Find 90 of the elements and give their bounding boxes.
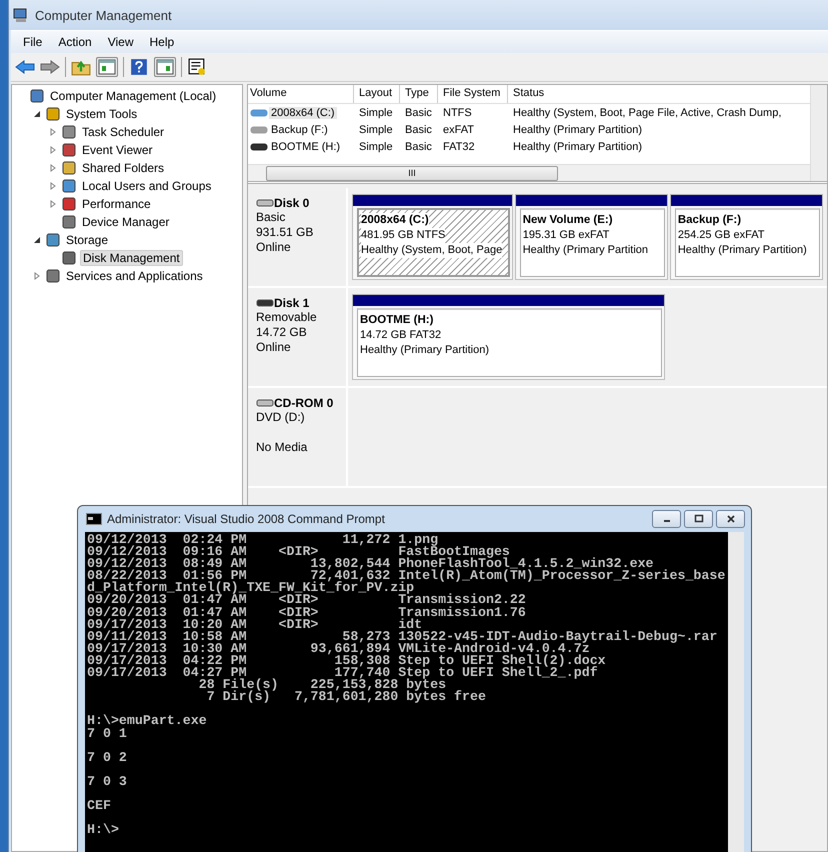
tree-item[interactable]: Services and Applications xyxy=(64,269,205,283)
menu-item[interactable]: Action xyxy=(52,33,98,51)
table-cell-text: FAT32 xyxy=(442,140,476,152)
partition-name: BOOTME (H:) xyxy=(360,313,434,328)
disk-info: 931.51 GB xyxy=(256,225,314,240)
tree-item[interactable]: Shared Folders xyxy=(80,161,166,175)
vertical-scrollbar[interactable] xyxy=(728,532,744,852)
column-header[interactable]: Status xyxy=(508,85,810,103)
disk-info: DVD (D:) xyxy=(256,410,306,425)
partition-block[interactable]: Backup (F:) 254.25 GB exFAT Healthy (Primary Partition) xyxy=(670,194,823,280)
table-cell-text: NTFS xyxy=(442,106,473,118)
table-cell-text: Healthy (Primary Partition) xyxy=(512,124,643,136)
column-header[interactable]: File System xyxy=(438,85,508,103)
disk-info: 14.72 GB xyxy=(256,325,308,340)
partition-block[interactable]: 2008x64 (C:) 481.95 GB NTFS Healthy (System, Boot, Page xyxy=(352,194,513,280)
menu-item[interactable]: File xyxy=(17,33,48,51)
expanded-arrow-icon[interactable] xyxy=(33,110,41,118)
tree-item[interactable]: Event Viewer xyxy=(80,143,154,157)
expanded-arrow-icon[interactable] xyxy=(33,236,41,244)
tree-item[interactable]: Task Scheduler xyxy=(80,125,166,139)
menu-item[interactable]: Help xyxy=(144,33,180,51)
maximize-button[interactable] xyxy=(684,510,713,528)
tree-item[interactable]: Computer Management (Local) xyxy=(48,89,218,103)
console-icon xyxy=(86,513,102,525)
vertical-scrollbar[interactable] xyxy=(810,85,827,181)
partition-status: Healthy (Primary Partition) xyxy=(678,243,807,258)
partition-status: Healthy (System, Boot, Page xyxy=(361,243,502,258)
action-pane-icon[interactable] xyxy=(154,57,176,77)
partition-size: 195.31 GB exFAT xyxy=(522,228,610,243)
collapsed-arrow-icon[interactable] xyxy=(49,146,57,154)
disk-name: Disk 0 xyxy=(274,196,310,210)
collapsed-arrow-icon[interactable] xyxy=(49,128,57,136)
table-cell-text: Simple xyxy=(358,106,394,118)
scrollbar-thumb[interactable]: III xyxy=(266,166,558,180)
back-arrow-icon[interactable] xyxy=(15,58,35,76)
partition-size: 481.95 GB NTFS xyxy=(361,228,446,243)
table-cell-text: Healthy (System, Boot, Page File, Active, Crash Dump, xyxy=(512,106,782,118)
table-cell-text: Simple xyxy=(358,124,394,136)
collapsed-arrow-icon[interactable] xyxy=(49,164,57,172)
collapsed-arrow-icon[interactable] xyxy=(49,200,57,208)
column-header[interactable]: Layout xyxy=(354,85,400,103)
partition-block[interactable]: BOOTME (H:) 14.72 GB FAT32 Healthy (Primary Partition) xyxy=(352,294,665,380)
tree-item[interactable]: Disk Management xyxy=(80,250,183,266)
close-icon xyxy=(726,514,736,524)
folder-up-icon[interactable] xyxy=(71,58,91,76)
tree-item[interactable]: Performance xyxy=(80,197,153,211)
table-cell[interactable]: 2008x64 (C:) xyxy=(269,106,337,118)
help-icon[interactable] xyxy=(129,58,149,76)
disk-info: Online xyxy=(256,340,292,355)
partition-name: Backup (F:) xyxy=(678,213,742,228)
menu-item[interactable]: View xyxy=(102,33,140,51)
column-header[interactable]: Volume xyxy=(248,85,354,103)
properties-icon[interactable] xyxy=(187,58,207,76)
close-button[interactable] xyxy=(716,510,745,528)
window-title: Administrator: Visual Studio 2008 Command Prompt xyxy=(107,512,385,526)
column-header[interactable]: Type xyxy=(400,85,438,103)
table-cell-text: Basic xyxy=(404,124,433,136)
tree-item[interactable]: System Tools xyxy=(64,107,140,121)
partition-status: Healthy (Primary Partition) xyxy=(360,343,489,358)
tree-item[interactable]: Device Manager xyxy=(80,215,172,229)
partition-status: Healthy (Primary Partition xyxy=(522,243,648,258)
collapsed-arrow-icon[interactable] xyxy=(49,182,57,190)
disk-info: Online xyxy=(256,240,292,255)
table-cell[interactable]: BOOTME (H:) xyxy=(269,140,342,152)
tree-item[interactable]: Storage xyxy=(64,233,110,247)
partition-size: 14.72 GB FAT32 xyxy=(360,328,442,343)
partition-size: 254.25 GB exFAT xyxy=(678,228,764,243)
disk-info: Removable xyxy=(256,310,318,325)
window-title: Computer Management xyxy=(35,8,172,22)
partition-name: New Volume (E:) xyxy=(522,213,613,228)
console-tree-icon[interactable] xyxy=(96,57,118,77)
console-output: 09/12/2013 02:24 PM 11,272 1.png 09/12/2013 09:16 AM <DIR> FastBootImages 09/12/2013 08:49 AM 13,802,544 PhoneFlashTool_4.1.5.2_win32.exe 08/22/2013 01:56 PM 72,401,632 Intel(R)_Atom(TM)_Processor_Z-series_base d_Platform_Intel(R)_TXE_FW_Kit_for_PV.zip 09/20/2013 01:47 AM <DIR> Transmission2.22 09/20/2013 01:47 AM <DIR> Transmission1.76 09/17/2013 10:20 AM <DIR> idt 09/11/2013 10:58 AM 58,273 130522-v45-IDT-Audio-Baytrail-Debug~.rar 09/17/2013 10:30 AM 93,661,894 VMLite-Android-v4.0.4.7z 09/17/2013 04:22 PM 158,308 Step to UEFI Shell(2).docx 09/17/2013 04:27 PM 177,740 Step to UEFI Shell_2_.pdf 28 File(s) 225,153,828 bytes 7 Dir(s) 7,781,601,280 bytes free H:\>emuPart.exe 7 0 1 7 0 2 7 0 3 CEF H:\> xyxy=(86,532,726,840)
forward-arrow-icon[interactable] xyxy=(40,58,60,76)
disk-info: No Media xyxy=(256,440,308,455)
maximize-icon xyxy=(694,514,704,524)
horizontal-scrollbar[interactable]: III xyxy=(248,164,810,181)
table-cell[interactable]: Backup (F:) xyxy=(269,124,330,136)
table-cell-text: Basic xyxy=(404,140,433,152)
table-cell-text: exFAT xyxy=(442,124,475,136)
table-cell-text: Basic xyxy=(404,106,433,118)
tree-item[interactable]: Local Users and Groups xyxy=(80,179,214,193)
disk-info: Basic xyxy=(256,210,286,225)
partition-block[interactable]: New Volume (E:) 195.31 GB exFAT Healthy (Primary Partition xyxy=(514,194,668,280)
disk-name: CD-ROM 0 xyxy=(274,396,334,410)
table-cell-text: Healthy (Primary Partition) xyxy=(512,140,643,152)
table-cell-text: Simple xyxy=(358,140,394,152)
disk-name: Disk 1 xyxy=(274,296,310,310)
minimize-button[interactable] xyxy=(652,510,681,528)
collapsed-arrow-icon[interactable] xyxy=(33,272,41,280)
partition-name: 2008x64 (C:) xyxy=(361,213,429,228)
